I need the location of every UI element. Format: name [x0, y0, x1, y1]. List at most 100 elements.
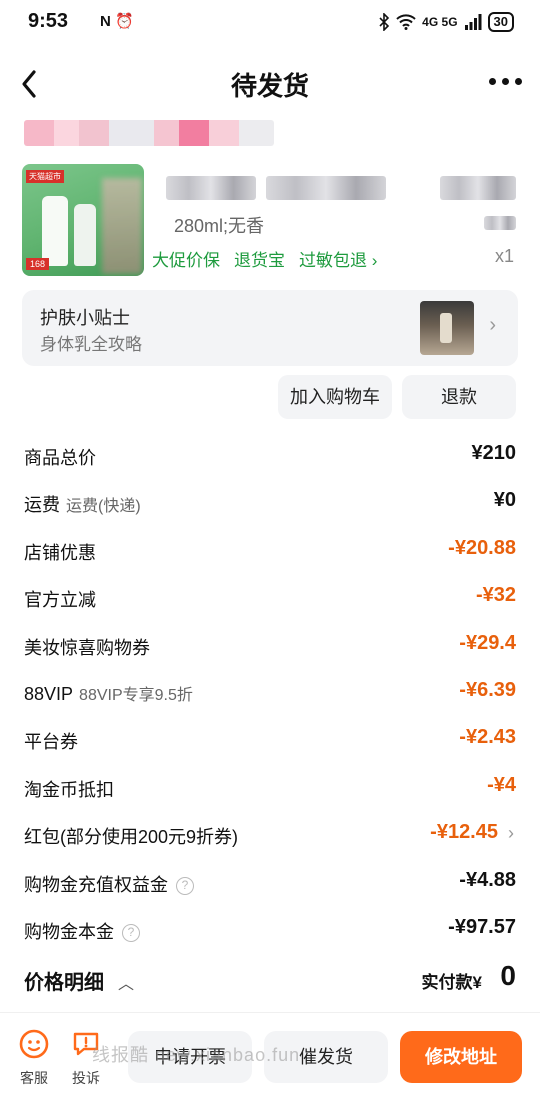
price-row-label-text: 商品总价 — [24, 448, 96, 468]
complaint-button[interactable]: 投诉 — [64, 1029, 108, 1088]
product-image-tag: 天猫超市 — [26, 170, 64, 183]
price-row-value: -¥97.57 — [448, 916, 516, 938]
shop-name-blurred[interactable] — [24, 120, 274, 146]
price-row-value: -¥6.39 — [459, 679, 516, 701]
price-row-value: -¥20.88 — [448, 537, 516, 559]
price-row: 官方立减 -¥32 — [24, 584, 516, 614]
customer-service-icon — [19, 1029, 49, 1059]
price-row-label-text: 平台券 — [24, 732, 78, 752]
price-row-label-text: 运费 — [24, 495, 60, 515]
help-icon[interactable]: ? — [176, 877, 194, 895]
status-bar: 9:53 N ⏰ 4G 5G 30 — [0, 0, 540, 46]
wifi-icon — [396, 14, 416, 30]
price-row: 店铺优惠 -¥20.88 — [24, 537, 516, 567]
price-row-value: -¥2.43 — [459, 726, 516, 748]
paid-label: 实付款¥ — [421, 973, 482, 992]
product-services[interactable]: 大促价保 退货宝 过敏包退 › — [152, 246, 377, 271]
price-row-label: 美妆惊喜购物券 — [24, 634, 150, 660]
price-row-value: ¥210 — [471, 442, 517, 464]
bottom-action-bar: 客服 投诉 申请开票 催发货 修改地址 线报酷 new.xianbao.fun — [0, 1012, 540, 1102]
price-row-label-text: 红包(部分使用200元9折券) — [24, 827, 239, 847]
change-address-button[interactable]: 修改地址 — [400, 1031, 522, 1083]
product-image-price: 168 — [26, 258, 50, 270]
price-row: 美妆惊喜购物券 -¥29.4 — [24, 632, 516, 662]
price-row: 淘金币抵扣 -¥4 — [24, 774, 516, 804]
price-row: 88VIP 88VIP专享9.5折 -¥6.39 — [24, 679, 516, 709]
service-allergy-refund[interactable]: 过敏包退 › — [299, 246, 377, 271]
price-row-label: 红包(部分使用200元9折券) — [24, 823, 238, 849]
product-item[interactable]: 天猫超市 168 280ml;无香 大促价保 退货宝 过敏包退 › x1 — [22, 160, 518, 280]
signal-icon — [464, 14, 482, 30]
price-row: 运费 运费(快递) ¥0 — [24, 489, 516, 519]
product-price-blurred — [440, 176, 516, 200]
price-row-label-text: 官方立减 — [24, 590, 96, 610]
price-row: 商品总价 ¥210 — [24, 442, 516, 472]
product-spec: 280ml;无香 — [174, 216, 265, 236]
price-row-value: -¥4.88 — [459, 869, 516, 891]
price-row-label-text: 美妆惊喜购物券 — [24, 638, 150, 658]
price-row-label: 平台券 — [24, 728, 78, 754]
complaint-icon — [73, 1032, 99, 1056]
product-image[interactable]: 天猫超市 168 — [22, 164, 144, 276]
price-row-label-text: 88VIP — [24, 684, 74, 704]
price-row-value: ¥0 — [493, 489, 516, 511]
nav-bar: 待发货 — [0, 56, 540, 112]
tip-subtitle: 身体乳全攻略 — [40, 335, 142, 354]
price-row-label: 官方立减 — [24, 586, 96, 612]
price-row-label-text: 购物金本金 — [24, 922, 114, 942]
bluetooth-icon — [379, 13, 390, 31]
notification-icons: N ⏰ — [100, 13, 134, 30]
service-price-protect: 大促价保 — [152, 251, 220, 270]
status-notification-icons: N ⏰ — [100, 12, 134, 30]
price-row-label: 店铺优惠 — [24, 539, 96, 565]
chevron-up-icon[interactable]: ︿ — [118, 970, 134, 994]
price-row-value: -¥4 — [487, 774, 516, 796]
price-row-label-text: 购物金充值权益金 — [24, 875, 168, 895]
price-row-label: 购物金本金? — [24, 918, 140, 944]
network-label: 4G 5G — [422, 15, 458, 29]
tip-thumbnail — [420, 301, 474, 355]
paid-amount: 0 — [500, 960, 516, 991]
blurred-figure — [102, 178, 142, 274]
tip-title: 护肤小贴士 — [40, 308, 130, 328]
price-row-value: -¥29.4 — [459, 632, 516, 654]
price-detail-label: 价格明细 — [24, 972, 104, 994]
add-to-cart-button[interactable]: 加入购物车 — [278, 375, 392, 419]
price-row-value: -¥12.45 — [430, 821, 498, 843]
urge-shipping-button[interactable]: 催发货 — [264, 1031, 388, 1083]
price-row: 平台券 -¥2.43 — [24, 726, 516, 756]
apply-invoice-button[interactable]: 申请开票 — [128, 1031, 252, 1083]
price-detail-row[interactable]: 价格明细 ︿ 实付款¥ 0 — [24, 960, 516, 998]
help-icon[interactable]: ? — [122, 924, 140, 942]
product-title-blurred — [166, 176, 256, 200]
product-price-blurred — [484, 216, 516, 230]
product-quantity: x1 — [494, 246, 514, 266]
price-row-label: 淘金币抵扣 — [24, 776, 114, 802]
price-row: 购物金本金? -¥97.57 — [24, 916, 516, 946]
skincare-tip-card[interactable]: 护肤小贴士 身体乳全攻略 › — [22, 290, 518, 366]
price-row-label-text: 淘金币抵扣 — [24, 780, 114, 800]
bottle-shape — [74, 204, 96, 266]
product-title-blurred — [266, 176, 386, 200]
price-row: 购物金充值权益金? -¥4.88 — [24, 869, 516, 899]
refund-button[interactable]: 退款 — [402, 375, 516, 419]
chevron-right-icon[interactable]: › — [508, 823, 514, 844]
status-time: 9:53 — [28, 10, 69, 32]
price-row-label: 88VIP 88VIP专享9.5折 — [24, 681, 193, 705]
price-row-label: 商品总价 — [24, 444, 96, 470]
complaint-label: 投诉 — [72, 1070, 100, 1086]
price-row[interactable]: 红包(部分使用200元9折券) -¥12.45 › — [24, 821, 516, 851]
price-row-label: 运费 运费(快递) — [24, 491, 141, 517]
customer-service-label: 客服 — [20, 1070, 48, 1086]
customer-service-button[interactable]: 客服 — [12, 1029, 56, 1088]
price-row-value: -¥32 — [475, 584, 516, 606]
chevron-right-icon: › — [489, 314, 496, 336]
bottle-shape — [42, 196, 68, 266]
status-right: 4G 5G 30 — [378, 12, 514, 32]
page-title: 待发货 — [230, 71, 309, 101]
price-row-note: 运费(快递) — [66, 498, 141, 515]
price-row-label-text: 店铺优惠 — [24, 543, 96, 563]
battery-level: 30 — [487, 12, 514, 32]
service-return-insurance: 退货宝 — [234, 251, 285, 270]
more-icon[interactable] — [489, 78, 522, 85]
